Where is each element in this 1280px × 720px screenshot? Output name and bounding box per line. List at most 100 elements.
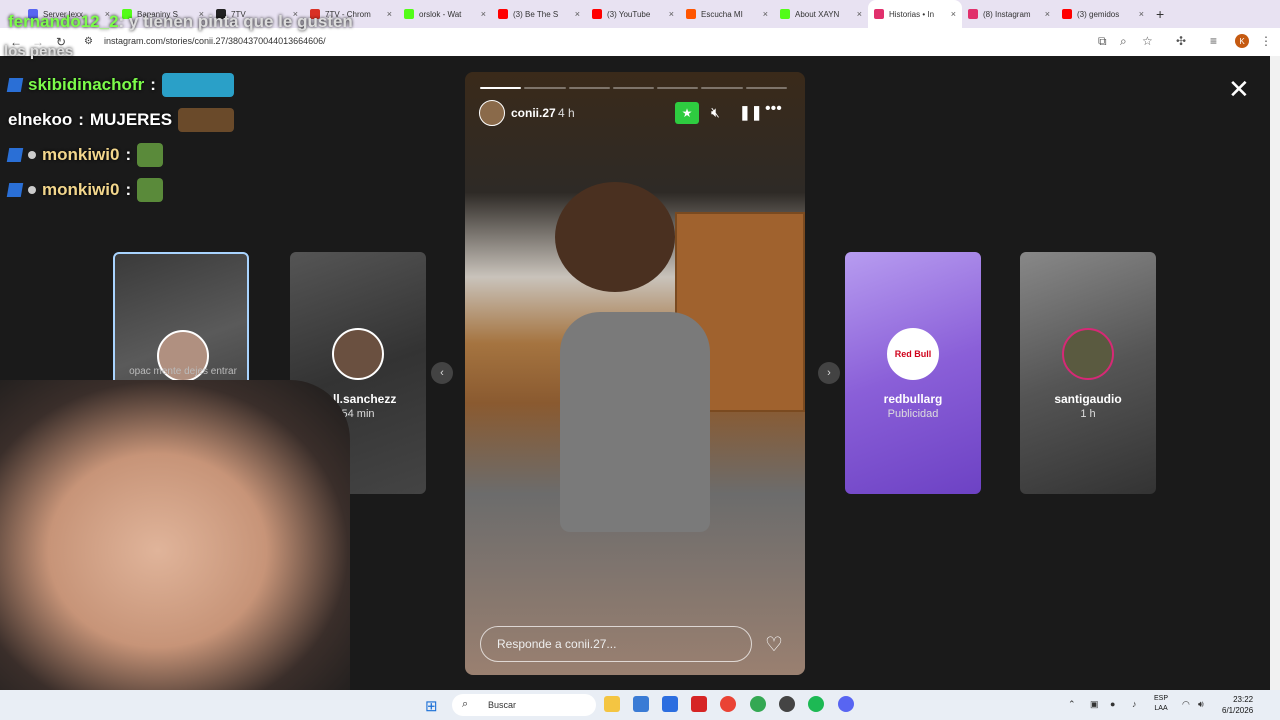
- tab-close-icon[interactable]: ×: [857, 9, 862, 19]
- tab-label: (3) YouTube: [607, 9, 651, 19]
- chat-username: elnekoo: [8, 110, 73, 129]
- tab-close-icon[interactable]: ×: [1045, 9, 1050, 19]
- star-icon[interactable]: ★: [675, 102, 699, 124]
- story-card-next-1[interactable]: Red Bull redbullarg Publicidad: [845, 252, 981, 494]
- progress-segment: [701, 87, 743, 89]
- tab-favicon-icon: [686, 9, 696, 19]
- webcam-overlay: [0, 380, 350, 690]
- browser-tab[interactable]: Historias • In ×: [868, 0, 962, 28]
- url-field[interactable]: instagram.com/stories/conii.27/380437004…: [104, 36, 326, 46]
- chat-badge-icon: [6, 78, 24, 92]
- tray-app-icon[interactable]: ▣: [1090, 699, 1099, 710]
- tab-label: About XAYN: [795, 9, 840, 19]
- keyboard-layout: LAA: [1154, 705, 1168, 712]
- media-icon[interactable]: ≡: [1210, 34, 1217, 48]
- app-icon[interactable]: [691, 696, 707, 712]
- tab-label: (3) Be The S: [513, 9, 559, 19]
- more-icon[interactable]: •••: [765, 100, 782, 118]
- volume-icon[interactable]: 🔊︎: [1198, 699, 1204, 710]
- tab-label: Escucha MI: [701, 9, 743, 19]
- progress-segment: [612, 87, 655, 89]
- browser-tab[interactable]: (3) YouTube ×: [586, 0, 680, 28]
- search-icon: ⌕: [462, 698, 469, 710]
- story-user-avatar[interactable]: [479, 100, 505, 126]
- tab-close-icon[interactable]: ×: [481, 9, 486, 19]
- language-code: ESP: [1154, 695, 1169, 702]
- extensions-icon[interactable]: ✣: [1176, 34, 1186, 48]
- tab-favicon-icon: [1062, 9, 1072, 19]
- tab-close-icon[interactable]: ×: [387, 9, 392, 19]
- heart-icon[interactable]: ♡: [765, 632, 783, 657]
- chat-line: monkiwi0 :: [6, 178, 164, 202]
- chrome-icon-2[interactable]: [750, 696, 766, 712]
- tab-close-icon[interactable]: ×: [763, 9, 768, 19]
- tab-close-icon[interactable]: ×: [575, 9, 580, 19]
- new-tab-button[interactable]: +: [1156, 6, 1164, 22]
- chat-message-continuation: los penes: [4, 43, 74, 60]
- current-story[interactable]: conii.27 4 h ★ 🔇︎ ❚❚ ••• Responde a coni…: [465, 72, 805, 675]
- chat-message-text: MUJERES: [89, 110, 173, 129]
- tab-close-icon[interactable]: ×: [1139, 9, 1144, 19]
- taskbar-clock[interactable]: 23:22 6/1/2026: [1222, 694, 1253, 716]
- chat-username: fernando12_2: [8, 12, 119, 31]
- story-card-username: santigaudio: [1054, 392, 1122, 406]
- pause-icon[interactable]: ❚❚: [739, 104, 762, 121]
- browser-tab[interactable]: Escucha MI ×: [680, 0, 774, 28]
- story-time: 4 h: [558, 106, 575, 120]
- tab-favicon-icon: [968, 9, 978, 19]
- discord-icon[interactable]: [838, 696, 854, 712]
- windows-start-icon[interactable]: ⊞: [425, 697, 438, 715]
- chat-separator: :: [78, 110, 84, 129]
- taskbar-search[interactable]: ⌕ Buscar: [452, 694, 596, 716]
- zoom-icon[interactable]: ⌕: [1120, 34, 1127, 49]
- mute-icon[interactable]: 🔇︎: [711, 104, 720, 121]
- story-card-sponsored: Publicidad: [887, 408, 939, 420]
- install-icon[interactable]: ⧉: [1098, 34, 1107, 49]
- progress-segment: [524, 87, 566, 89]
- progress-segment: [480, 87, 522, 89]
- story-username[interactable]: conii.27: [511, 106, 556, 120]
- bookmark-star-icon[interactable]: ☆: [1142, 34, 1153, 48]
- profile-avatar[interactable]: K: [1235, 34, 1249, 48]
- chat-username: monkiwi0: [42, 145, 120, 164]
- browser-tab[interactable]: (3) gemidos ×: [1056, 0, 1150, 28]
- store-icon[interactable]: [633, 696, 649, 712]
- person-figure: [560, 312, 710, 532]
- chat-message-top: fernando12_2: y tienen pinta que le gust…: [8, 12, 353, 32]
- tab-favicon-icon: [780, 9, 790, 19]
- tab-close-icon[interactable]: ×: [669, 9, 674, 19]
- browser-tab[interactable]: (8) Instagram ×: [962, 0, 1056, 28]
- tray-app-icon-2[interactable]: ●: [1110, 699, 1115, 709]
- next-story-arrow[interactable]: ›: [818, 362, 840, 384]
- obs-icon[interactable]: [779, 696, 795, 712]
- story-card-next-2[interactable]: santigaudio 1 h: [1020, 252, 1156, 494]
- tab-close-icon[interactable]: ×: [951, 9, 956, 19]
- chat-separator: :: [125, 180, 132, 199]
- wifi-icon[interactable]: ◠: [1182, 699, 1190, 710]
- chrome-icon[interactable]: [720, 696, 736, 712]
- browser-tab[interactable]: orslok - Wat ×: [398, 0, 492, 28]
- frog-emote-icon: [137, 178, 164, 202]
- tab-favicon-icon: [498, 9, 508, 19]
- microphone-icon[interactable]: ♪: [1132, 699, 1137, 709]
- windows-taskbar: ⊞ ⌕ Buscar ⌃ ▣ ● ♪ ESP LAA ◠ 🔊︎ 23:22 6/…: [0, 690, 1280, 720]
- scrollbar[interactable]: [1270, 56, 1280, 690]
- tab-label: Historias • In: [889, 9, 935, 19]
- chat-separator: :: [125, 145, 132, 164]
- face-filter: [555, 182, 675, 292]
- browser-tab[interactable]: (3) Be The S ×: [492, 0, 586, 28]
- tab-favicon-icon: [592, 9, 602, 19]
- clock-time: 23:22: [1233, 695, 1254, 704]
- menu-dots-icon[interactable]: ⋮: [1260, 34, 1272, 48]
- previous-story-arrow[interactable]: ‹: [431, 362, 453, 384]
- close-icon[interactable]: ✕: [1228, 74, 1250, 105]
- browser-tab[interactable]: About XAYN ×: [774, 0, 868, 28]
- tray-chevron-icon[interactable]: ⌃: [1068, 699, 1076, 710]
- file-explorer-icon[interactable]: [604, 696, 620, 712]
- tab-favicon-icon: [404, 9, 414, 19]
- calendar-icon[interactable]: [662, 696, 678, 712]
- language-indicator[interactable]: ESP LAA: [1154, 694, 1168, 714]
- story-reply-input[interactable]: Responde a conii.27...: [480, 626, 752, 662]
- spotify-icon[interactable]: [808, 696, 824, 712]
- site-info-icon[interactable]: ⚙: [84, 36, 93, 47]
